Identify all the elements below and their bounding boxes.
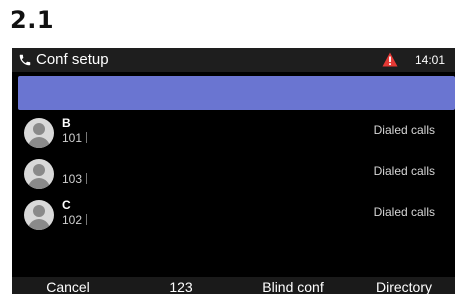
avatar-icon [24,118,54,148]
numeric-softkey[interactable]: 123 [126,279,236,294]
call-type-label: Dialed calls [373,123,435,137]
contact-number: 102 [62,213,88,227]
blind-conf-softkey[interactable]: Blind conf [238,279,348,294]
clock: 14:01 [415,53,446,67]
cancel-softkey[interactable]: Cancel [13,279,123,294]
status-bar: Conf setup 14:01 [12,48,455,72]
contact-number: 101 [62,131,88,145]
contact-name: C [62,198,71,212]
contact-row[interactable]: C 102 Dialed calls [12,196,455,234]
softkey-bar: Cancel 123 Blind conf Directory [12,277,455,294]
screen-title: Conf setup [36,51,109,68]
phone-icon [19,54,31,66]
directory-softkey[interactable]: Directory [349,279,455,294]
contact-row[interactable]: 103 Dialed calls [12,155,455,193]
step-label: 2.1 [10,6,55,34]
avatar-icon [24,159,54,189]
search-input[interactable] [18,76,455,110]
contact-number: 103 [62,172,88,186]
contact-name: B [62,116,71,130]
phone-screen: Conf setup 14:01 B 101 Dialed calls 103 … [12,48,455,294]
avatar-icon [24,200,54,230]
call-type-label: Dialed calls [373,164,435,178]
call-type-label: Dialed calls [373,205,435,219]
alert-triangle-icon[interactable] [382,52,398,67]
contact-row[interactable]: B 101 Dialed calls [12,114,455,152]
